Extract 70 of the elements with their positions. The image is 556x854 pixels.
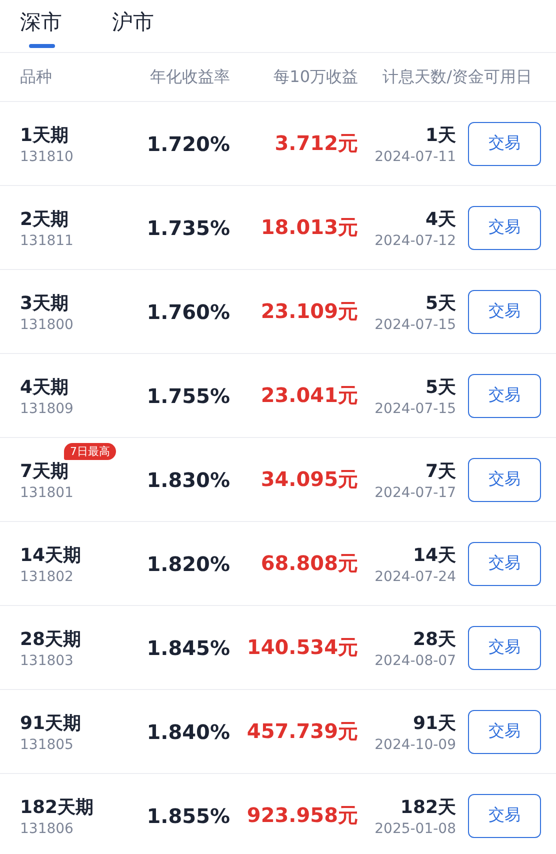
income-amount: 34.095元 xyxy=(260,466,358,493)
trade-button[interactable]: 交易 xyxy=(468,206,541,250)
product-code: 131811 xyxy=(20,232,74,248)
product-code: 131802 xyxy=(20,568,74,584)
available-date: 2024-07-12 xyxy=(374,232,456,248)
product-name: 14天期 xyxy=(20,544,82,566)
trade-button[interactable]: 交易 xyxy=(468,542,541,586)
income-amount: 923.958元 xyxy=(246,802,358,829)
annual-rate: 1.845% xyxy=(146,636,230,660)
product-code: 131806 xyxy=(20,820,74,836)
column-header: 年化收益率 xyxy=(149,66,230,88)
column-header: 每10万收益 xyxy=(272,66,358,88)
annual-rate: 1.855% xyxy=(146,804,230,828)
column-header: 品种 xyxy=(20,66,53,88)
annual-rate: 1.840% xyxy=(146,720,230,744)
product-name: 3天期 xyxy=(20,292,69,314)
trade-button[interactable]: 交易 xyxy=(468,626,541,670)
product-name: 91天期 xyxy=(20,712,82,734)
available-date: 2024-10-09 xyxy=(374,736,456,752)
income-amount: 140.534元 xyxy=(246,634,358,661)
trade-button[interactable]: 交易 xyxy=(468,290,541,334)
product-code: 131810 xyxy=(20,148,74,164)
income-amount: 3.712元 xyxy=(274,130,358,157)
product-name: 2天期 xyxy=(20,208,69,230)
interest-days: 5天 xyxy=(425,374,456,398)
interest-days: 14天 xyxy=(412,542,456,566)
product-name: 1天期 xyxy=(20,124,69,146)
trade-button[interactable]: 交易 xyxy=(468,458,541,502)
annual-rate: 1.820% xyxy=(146,552,230,576)
trade-button[interactable]: 交易 xyxy=(468,122,541,166)
interest-days: 7天 xyxy=(425,458,456,482)
product-code: 131800 xyxy=(20,316,74,332)
product-name: 7天期 xyxy=(20,460,69,482)
market-tab[interactable]: 沪市 xyxy=(112,0,154,52)
interest-days: 5天 xyxy=(425,290,456,314)
highlight-badge: 7日最高 xyxy=(64,442,116,460)
available-date: 2024-07-17 xyxy=(374,484,456,500)
column-header: 计息天数/资金可用日 xyxy=(382,66,532,88)
trade-button[interactable]: 交易 xyxy=(468,794,541,838)
product-code: 131803 xyxy=(20,652,74,668)
market-tab[interactable]: 深市 xyxy=(20,0,62,52)
income-amount: 18.013元 xyxy=(260,214,358,241)
product-name: 28天期 xyxy=(20,628,82,650)
interest-days: 4天 xyxy=(425,206,456,230)
annual-rate: 1.735% xyxy=(146,216,230,240)
product-code: 131805 xyxy=(20,736,74,752)
interest-days: 1天 xyxy=(425,122,456,146)
available-date: 2024-08-07 xyxy=(374,652,456,668)
income-amount: 457.739元 xyxy=(246,718,358,745)
income-amount: 23.109元 xyxy=(260,298,358,325)
interest-days: 91天 xyxy=(412,710,456,734)
trade-button[interactable]: 交易 xyxy=(468,374,541,418)
income-amount: 68.808元 xyxy=(260,550,358,577)
annual-rate: 1.720% xyxy=(146,132,230,156)
annual-rate: 1.830% xyxy=(146,468,230,492)
interest-days: 28天 xyxy=(412,626,456,650)
product-code: 131809 xyxy=(20,400,74,416)
trade-button[interactable]: 交易 xyxy=(468,710,541,754)
available-date: 2024-07-11 xyxy=(374,148,456,164)
annual-rate: 1.755% xyxy=(146,384,230,408)
product-name: 182天期 xyxy=(20,796,94,818)
available-date: 2025-01-08 xyxy=(374,820,456,836)
available-date: 2024-07-15 xyxy=(374,400,456,416)
available-date: 2024-07-24 xyxy=(374,568,456,584)
available-date: 2024-07-15 xyxy=(374,316,456,332)
product-name: 4天期 xyxy=(20,376,69,398)
annual-rate: 1.760% xyxy=(146,300,230,324)
interest-days: 182天 xyxy=(400,794,456,818)
product-code: 131801 xyxy=(20,484,74,500)
income-amount: 23.041元 xyxy=(260,382,358,409)
